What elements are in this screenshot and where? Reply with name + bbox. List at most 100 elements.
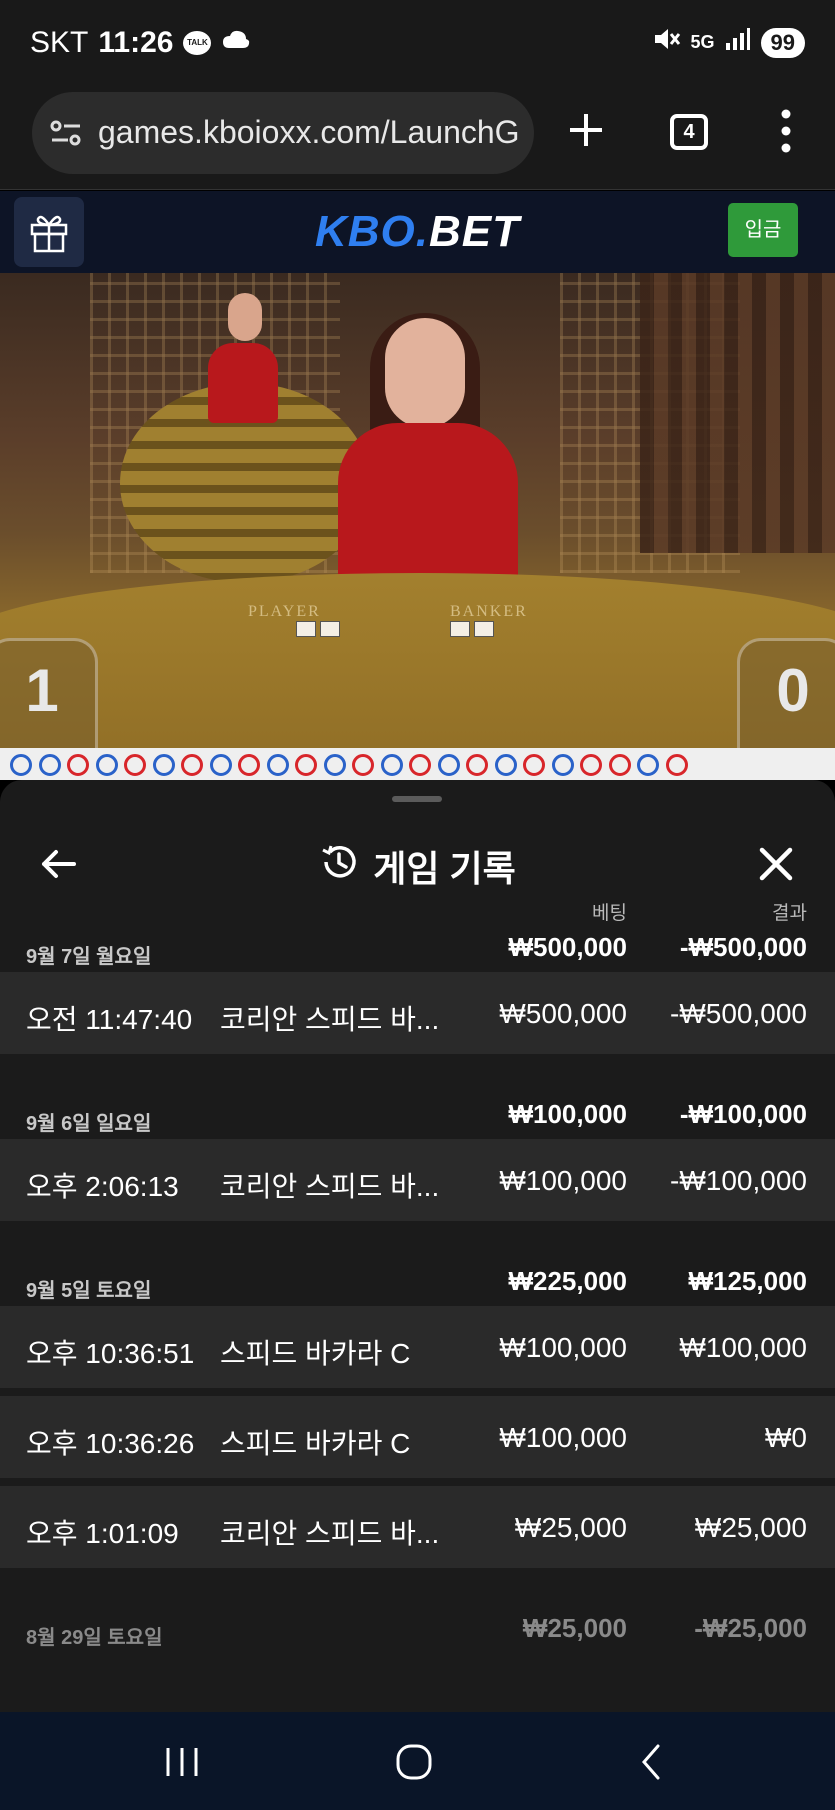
- background-dealer: [208, 343, 278, 423]
- group-date: 9월 7일 월요일: [26, 946, 152, 968]
- road-bead: [38, 754, 61, 776]
- curtain: [640, 273, 835, 553]
- signal-icon: [725, 27, 751, 58]
- tab-switcher-button[interactable]: 4: [670, 114, 708, 150]
- banker-card: [450, 621, 470, 637]
- row-bet: ₩100,000: [499, 1165, 627, 1196]
- road-bead: [637, 754, 659, 776]
- road-bead: [437, 754, 460, 776]
- row-result: -₩100,000: [670, 1165, 807, 1196]
- group-bet-total: ₩225,000: [508, 1266, 627, 1296]
- deposit-button[interactable]: 입금: [728, 203, 798, 257]
- group-result-total: -₩100,000: [679, 1099, 807, 1129]
- baccarat-table: [0, 573, 835, 748]
- road-bead: [323, 754, 346, 776]
- live-video-feed[interactable]: PLAYER BANKER 1 0: [0, 273, 835, 748]
- road-bead: [494, 754, 517, 776]
- network-label: 5G: [690, 32, 715, 52]
- road-bead: [295, 754, 317, 776]
- banker-score: 0: [737, 638, 835, 748]
- browser-toolbar: games.kboioxx.com/LaunchGame 4: [0, 86, 835, 190]
- row-time: 오전 11:47:40: [26, 1004, 193, 1035]
- road-bead: [380, 754, 403, 776]
- row-result: ₩100,000: [679, 1332, 807, 1363]
- group-bet-total: ₩100,000: [508, 1099, 627, 1129]
- player-area-label: PLAYER: [248, 603, 321, 620]
- history-row[interactable]: 오후 10:36:26 스피드 바카라 C ₩100,000 ₩0: [0, 1396, 835, 1478]
- bet-column-header: 베팅: [592, 903, 627, 924]
- road-bead: [238, 754, 260, 776]
- road-bead: [608, 754, 631, 776]
- road-bead: [181, 754, 203, 776]
- row-result: -₩500,000: [670, 998, 807, 1029]
- home-icon[interactable]: [392, 1740, 436, 1784]
- new-tab-icon[interactable]: [566, 110, 606, 150]
- row-game: 코리안 스피드 바...: [220, 1004, 440, 1035]
- road-bead: [124, 754, 146, 776]
- date-group-header: 8월 29일 토요일 ₩25,000 -₩25,000: [0, 1603, 835, 1653]
- clock: 11:26: [98, 26, 174, 59]
- row-bet: ₩100,000: [499, 1332, 627, 1363]
- group-result-total: ₩125,000: [688, 1266, 807, 1296]
- player-card: [320, 621, 340, 637]
- talk-icon: TALK: [183, 31, 212, 55]
- mute-icon: [653, 26, 681, 59]
- bead-road: [0, 748, 835, 780]
- carrier-label: SKT: [30, 26, 89, 59]
- banker-area-label: BANKER: [450, 603, 528, 620]
- talk-icon-label: TALK: [187, 38, 208, 47]
- group-date: 9월 6일 일요일: [26, 1113, 152, 1135]
- sheet-header: 게임 기록: [0, 818, 835, 910]
- row-game: 스피드 바카라 C: [220, 1428, 411, 1459]
- row-bet: ₩500,000: [499, 998, 627, 1029]
- history-icon: [319, 842, 359, 891]
- result-column-header: 결과: [772, 903, 807, 924]
- date-group-header: 9월 5일 토요일 ₩225,000 ₩125,000: [0, 1256, 835, 1306]
- player-card: [296, 621, 316, 637]
- road-bead: [10, 754, 32, 776]
- history-row[interactable]: 오후 1:01:09 코리안 스피드 바... ₩25,000 ₩25,000: [0, 1486, 835, 1568]
- group-date: 9월 5일 토요일: [26, 1280, 152, 1302]
- date-group-header: 9월 7일 월요일 ₩500,000 -₩500,000: [0, 922, 835, 972]
- close-icon[interactable]: [758, 846, 794, 882]
- road-bead: [209, 754, 232, 776]
- site-logo[interactable]: KBO.BET: [0, 207, 835, 257]
- sheet-drag-handle[interactable]: [392, 796, 442, 802]
- logo-text-kbo: KBO.: [315, 207, 429, 256]
- row-bet: ₩100,000: [499, 1422, 627, 1453]
- row-bet: ₩25,000: [514, 1512, 627, 1543]
- history-row[interactable]: 오전 11:47:40 코리안 스피드 바... ₩500,000 -₩500,…: [0, 972, 835, 1054]
- cloud-icon: [221, 26, 251, 60]
- logo-text-bet: BET: [429, 207, 520, 256]
- row-game: 스피드 바카라 C: [220, 1338, 411, 1369]
- road-bead: [352, 754, 374, 776]
- road-bead: [665, 754, 688, 776]
- road-bead: [466, 754, 488, 776]
- status-bar: SKT 11:26 TALK 5G 99: [0, 0, 835, 86]
- battery-level: 99: [760, 27, 805, 58]
- group-date: 8월 29일 토요일: [26, 1627, 163, 1649]
- road-bead: [523, 754, 545, 776]
- group-bet-total: ₩500,000: [508, 932, 627, 962]
- more-menu-icon[interactable]: [776, 106, 796, 156]
- road-bead: [580, 754, 602, 776]
- url-text[interactable]: games.kboioxx.com/LaunchGame: [98, 114, 518, 151]
- site-settings-icon[interactable]: [50, 118, 82, 148]
- address-bar[interactable]: games.kboioxx.com/LaunchGame: [32, 92, 534, 174]
- history-row[interactable]: 오후 10:36:51 스피드 바카라 C ₩100,000 ₩100,000: [0, 1306, 835, 1388]
- game-history-sheet: 게임 기록 베팅 결과 9월 7일 월요일 ₩500,000 -₩500,000…: [0, 780, 835, 1712]
- road-bead: [152, 754, 175, 776]
- row-time: 오후 10:36:51: [26, 1338, 195, 1369]
- dealer-face: [385, 318, 465, 428]
- sheet-title-text: 게임 기록: [373, 848, 516, 889]
- history-row[interactable]: 오후 2:06:13 코리안 스피드 바... ₩100,000 -₩100,0…: [0, 1139, 835, 1221]
- system-navigation-bar: [0, 1712, 835, 1810]
- sheet-title: 게임 기록: [0, 840, 835, 892]
- row-game: 코리안 스피드 바...: [220, 1518, 440, 1549]
- back-icon[interactable]: [630, 1740, 674, 1784]
- road-bead: [551, 754, 574, 776]
- date-group-header: 9월 6일 일요일 ₩100,000 -₩100,000: [0, 1089, 835, 1139]
- group-result-total: -₩25,000: [694, 1613, 807, 1643]
- recent-apps-icon[interactable]: [160, 1740, 204, 1784]
- row-result: ₩0: [765, 1422, 807, 1453]
